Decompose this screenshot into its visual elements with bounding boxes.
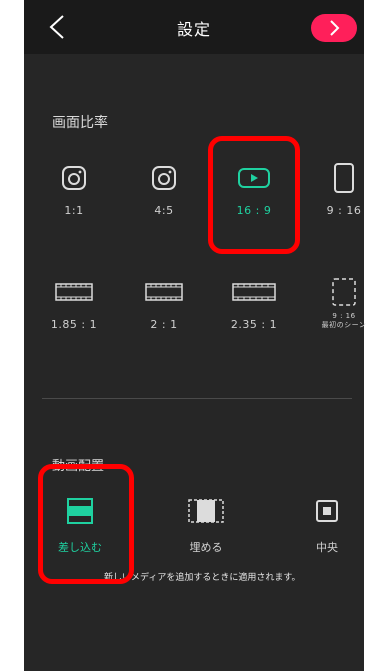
placement-label: 埋める <box>189 541 223 554</box>
ratio-option-2-1[interactable]: 2 : 1 <box>124 276 204 331</box>
placement-option-fill[interactable]: 埋める <box>166 495 246 555</box>
highlight-16-9 <box>208 136 300 254</box>
portrait-rect-icon <box>334 163 354 193</box>
dashed-rect-icon <box>332 278 356 306</box>
ratio-label: 4:5 <box>154 204 174 217</box>
aspect-ratio-title: 画面比率 <box>52 115 108 131</box>
placement-label: 中央 <box>316 541 338 554</box>
ratio-option-4-5[interactable]: 4:5 <box>124 162 204 217</box>
settings-screen: 設定 画面比率 1:1 4:5 16: 9 9: 16 1.85: 1 2… <box>24 0 367 671</box>
ratio-sublabel: 最初のシーン <box>321 321 367 329</box>
section-divider <box>42 398 352 399</box>
ratio-label: 2.35 : 1 <box>230 318 278 331</box>
instagram-icon <box>152 166 176 190</box>
ratio-option-1-1[interactable]: 1:1 <box>34 162 114 217</box>
film-strip-icon <box>55 283 93 301</box>
header-bar: 設定 <box>24 0 364 54</box>
ratio-option-2-35-1[interactable]: 2.35 : 1 <box>214 276 294 331</box>
ratio-label: 9 : 16 <box>326 204 362 217</box>
next-button[interactable] <box>311 14 357 42</box>
chevron-right-icon <box>330 20 340 36</box>
film-strip-icon <box>145 283 183 301</box>
instagram-icon <box>62 166 86 190</box>
highlight-fit <box>38 464 134 584</box>
ratio-label: 1.85 : 1 <box>50 318 98 331</box>
ratio-option-9-16[interactable]: 9 : 16 <box>304 162 380 217</box>
ratio-label: 1:1 <box>64 204 84 217</box>
ratio-label: 9 : 16 <box>332 312 356 320</box>
placement-option-center[interactable]: 中央 <box>287 495 367 555</box>
placement-note: 新しいメディアを追加するときに適用されます。 <box>104 573 301 583</box>
ratio-option-1-85-1[interactable]: 1.85 : 1 <box>34 276 114 331</box>
center-icon <box>316 500 338 522</box>
fill-icon <box>188 499 224 523</box>
film-strip-icon <box>232 283 276 301</box>
ratio-option-first-scene[interactable]: 9 : 16 最初のシーン <box>304 276 380 330</box>
ratio-label: 2 : 1 <box>150 318 178 331</box>
